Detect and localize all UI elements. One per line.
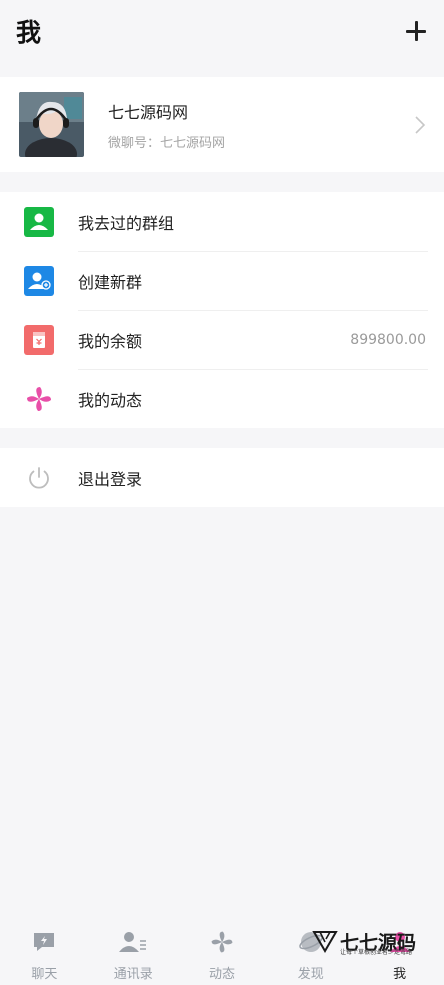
menu-item-visited-groups[interactable]: 我去过的群组 xyxy=(0,192,444,251)
menu-item-my-moments[interactable]: 我的动态 xyxy=(0,369,444,428)
group-icon xyxy=(24,206,54,237)
menu-item-create-group[interactable]: 创建新群 xyxy=(0,251,444,310)
profile-name: 七七源码网 xyxy=(108,102,189,122)
contacts-icon xyxy=(118,927,148,957)
tab-moments[interactable]: 动态 xyxy=(178,925,267,985)
tab-contacts[interactable]: 通讯录 xyxy=(89,925,178,985)
menu-group-main: 我去过的群组 创建新群 我的余额 899800.00 我的动态 xyxy=(0,192,444,428)
menu-group-logout: 退出登录 xyxy=(0,448,444,507)
page-header: 我 xyxy=(0,0,444,62)
menu-item-label: 我的余额 xyxy=(78,331,143,351)
add-icon[interactable] xyxy=(404,19,428,43)
profile-card[interactable]: 七七源码网 微聊号：七七源码网 xyxy=(0,77,444,172)
menu-item-label: 我去过的群组 xyxy=(78,213,175,233)
menu-item-label: 退出登录 xyxy=(78,469,143,489)
tab-label: 聊天 xyxy=(31,967,58,982)
chat-icon xyxy=(32,927,56,957)
create-group-icon xyxy=(24,265,54,296)
moments-icon xyxy=(209,927,235,957)
tab-label: 通讯录 xyxy=(113,967,153,982)
tab-label: 我 xyxy=(393,967,407,982)
profile-wechat-id: 微聊号：七七源码网 xyxy=(108,135,226,151)
chevron-right-icon xyxy=(414,115,426,139)
tab-label: 动态 xyxy=(208,967,235,982)
watermark-mark-icon xyxy=(312,931,338,953)
avatar xyxy=(19,92,84,157)
tab-label: 发现 xyxy=(297,967,324,982)
page-title: 我 xyxy=(16,18,42,47)
menu-item-label: 创建新群 xyxy=(78,272,143,292)
menu-item-balance[interactable]: 我的余额 899800.00 xyxy=(0,310,444,369)
balance-value: 899800.00 xyxy=(350,331,426,348)
watermark-subtext: 让每个草根创业者少走弯路 xyxy=(340,949,413,956)
tab-chat[interactable]: 聊天 xyxy=(0,925,89,985)
watermark-logo: 七七源码 让每个草根创业者少走弯路 xyxy=(312,925,416,957)
power-icon xyxy=(24,463,54,493)
menu-item-label: 我的动态 xyxy=(78,390,143,410)
pinwheel-icon xyxy=(24,384,54,414)
menu-item-logout[interactable]: 退出登录 xyxy=(0,448,444,507)
wallet-icon xyxy=(24,324,54,355)
